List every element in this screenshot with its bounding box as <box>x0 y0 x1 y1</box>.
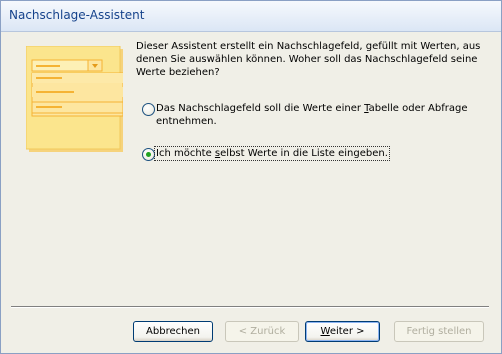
wizard-window: Nachschlage-Assistent Dieser Assistent e… <box>0 0 502 354</box>
back-button[interactable]: < Zurück <box>225 321 299 342</box>
option-table-query[interactable]: Das Nachschlagefeld soll die Werte einer… <box>142 103 482 131</box>
illustration-list-row-text <box>36 91 74 93</box>
next-button[interactable]: Weiter > <box>305 321 380 342</box>
separator <box>11 306 489 308</box>
dropdown-arrow-icon <box>87 59 103 72</box>
title-bar[interactable]: Nachschlage-Assistent <box>1 1 501 32</box>
intro-text: Dieser Assistent erstellt ein Nachschlag… <box>136 41 481 78</box>
radio-own-values[interactable] <box>142 148 155 161</box>
illustration-list-row-text <box>36 106 62 108</box>
illustration-list-row-text <box>36 77 62 79</box>
radio-selected-dot <box>146 152 151 157</box>
focus-rect: Ich möchte selbst Werte in die Liste ein… <box>154 146 390 161</box>
option-own-values[interactable]: Ich möchte selbst Werte in die Liste ein… <box>142 146 482 164</box>
option-table-query-label: Das Nachschlagefeld soll die Werte einer… <box>156 103 468 127</box>
option-own-values-label: Ich möchte selbst Werte in die Liste ein… <box>154 146 479 171</box>
lookup-wizard-illustration <box>26 46 123 152</box>
window-title: Nachschlage-Assistent <box>9 8 145 22</box>
finish-button[interactable]: Fertig stellen <box>394 321 484 342</box>
radio-table-query[interactable] <box>142 103 155 116</box>
illustration-combo-text <box>36 65 60 67</box>
cancel-button[interactable]: Abbrechen <box>133 321 213 342</box>
